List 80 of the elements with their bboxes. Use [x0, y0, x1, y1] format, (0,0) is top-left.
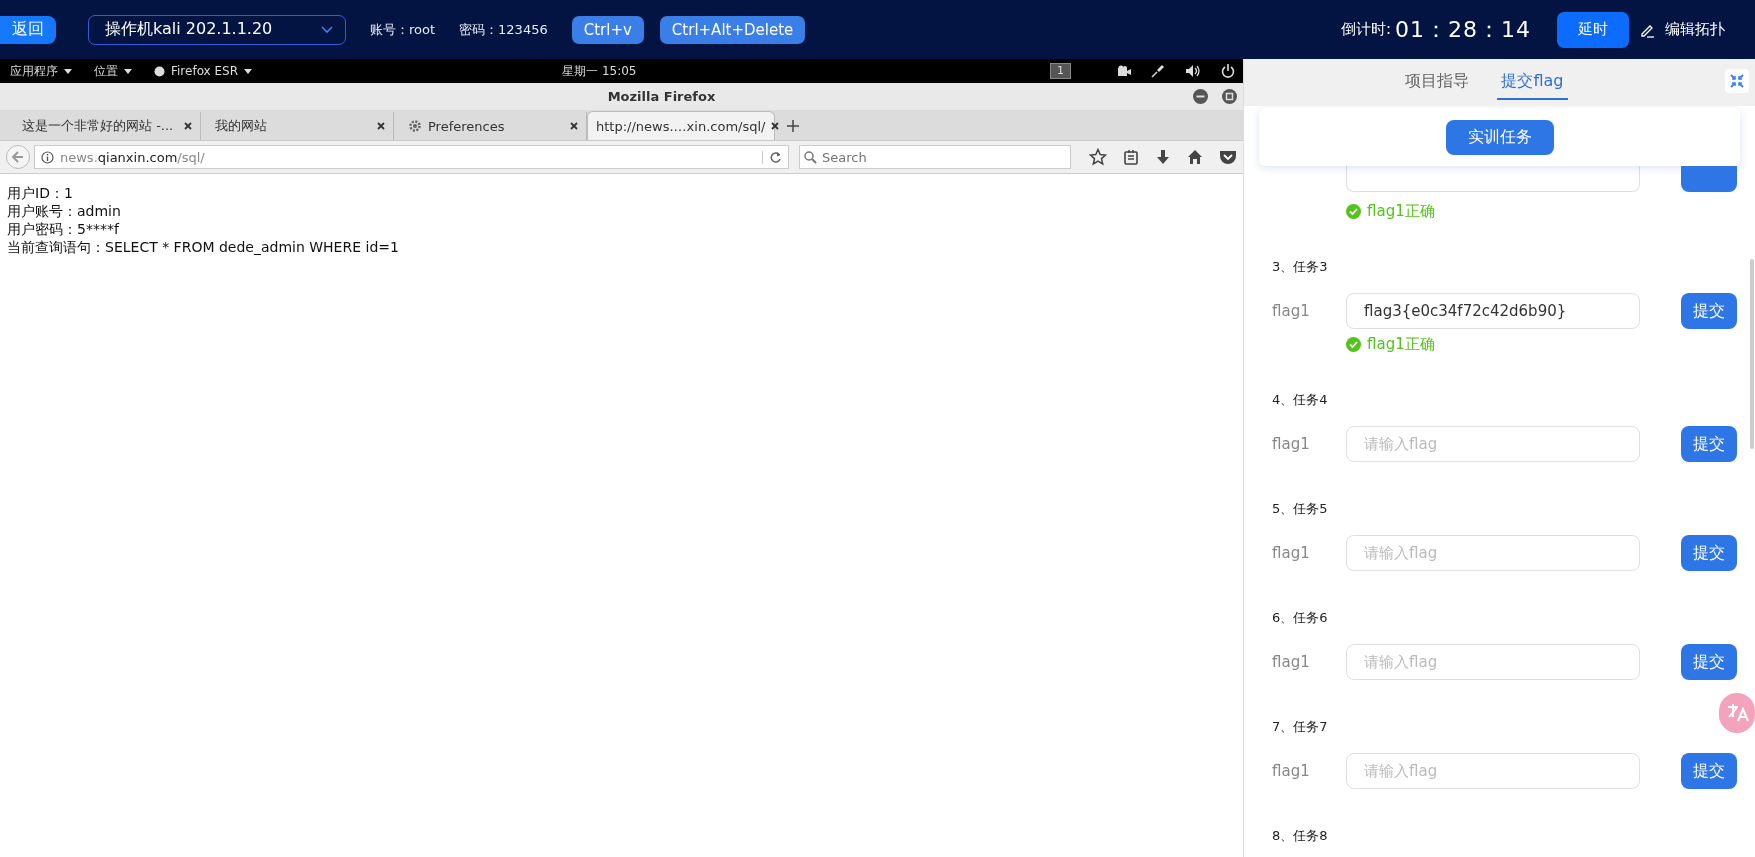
pocket-icon[interactable] [1219, 149, 1237, 165]
reader-icon[interactable] [1123, 149, 1139, 165]
speaker-icon [1185, 64, 1201, 78]
submit-button[interactable]: 提交 [1681, 293, 1737, 329]
caret-down-icon [124, 68, 132, 74]
flag-input[interactable]: 请输入flag [1346, 535, 1640, 571]
power-icon [1221, 64, 1235, 78]
submit-button[interactable]: 提交 [1681, 426, 1737, 462]
address-bar[interactable]: news.qianxin.com/sql/ [34, 145, 789, 169]
task-title: 5、任务5 [1272, 500, 1329, 518]
camera-icon [1115, 65, 1131, 77]
page-text: 用户密码：5****f [7, 220, 121, 238]
collapse-icon[interactable] [1725, 69, 1749, 93]
panel-tab[interactable]: 提交flag [1497, 65, 1568, 100]
task-title: 3、任务3 [1272, 258, 1329, 276]
search-field[interactable]: Search [799, 145, 1071, 169]
flag-input[interactable]: 请输入flag [1346, 426, 1640, 462]
account-label: 账号：root [370, 20, 436, 39]
key-button[interactable]: Ctrl+Alt+Delete [659, 15, 806, 44]
info-icon [41, 150, 54, 164]
star-icon[interactable] [1089, 148, 1107, 166]
pen-icon [1151, 64, 1165, 78]
home-icon[interactable] [1187, 149, 1203, 165]
countdown-timer: 01：28：14 [1395, 15, 1531, 44]
plus-icon[interactable] [787, 120, 799, 132]
caret-down-icon [64, 68, 72, 74]
close-icon[interactable] [377, 122, 385, 130]
search-icon [804, 151, 817, 164]
key-button[interactable]: Ctrl+v [571, 15, 644, 44]
scrollbar-thumb[interactable] [1750, 259, 1754, 449]
browser-tab[interactable]: 我的网站 [201, 112, 394, 140]
download-icon[interactable] [1155, 149, 1171, 165]
firefox-icon [154, 65, 165, 77]
back-button[interactable]: 返回 [0, 15, 56, 44]
submit-button[interactable]: 提交 [1681, 753, 1737, 789]
workspace-indicator[interactable]: 1 [1050, 63, 1071, 79]
flag-label: flag1 [1272, 653, 1311, 671]
reload-icon[interactable] [762, 150, 782, 164]
page-text: 用户ID：1 [7, 184, 74, 202]
result-message: flag1正确 [1367, 334, 1435, 354]
gear-icon [408, 119, 422, 133]
flag-label: flag1 [1272, 435, 1311, 453]
task-title: 8、任务8 [1272, 827, 1329, 845]
task-title: 7、任务7 [1272, 718, 1329, 736]
extend-button[interactable]: 延时 [1557, 11, 1629, 48]
back-icon[interactable] [6, 145, 30, 169]
clock: 星期一 15:05 [562, 62, 637, 80]
edit-topology-button[interactable]: 编辑拓扑 [1639, 20, 1725, 39]
minimize-icon[interactable] [1193, 89, 1208, 104]
flag-input[interactable]: 请输入flag [1346, 644, 1640, 680]
window-title: Mozilla Firefox [607, 89, 716, 104]
flag-label: flag1 [1272, 762, 1311, 780]
close-icon[interactable] [570, 122, 578, 130]
password-label: 密码：123456 [459, 20, 548, 39]
page-text: 当前查询语句：SELECT * FROM dede_admin WHERE id=1 [7, 238, 400, 256]
panel-tab[interactable]: 项目指导 [1401, 65, 1474, 100]
flag-label: flag1 [1272, 544, 1311, 562]
flag-input[interactable] [1346, 166, 1640, 192]
task-title: 6、任务6 [1272, 609, 1329, 627]
desktop-menu[interactable]: 应用程序 [10, 62, 72, 80]
close-icon[interactable] [771, 122, 780, 130]
url-text: news.qianxin.com/sql/ [60, 149, 206, 165]
page-text: 用户账号：admin [7, 202, 122, 220]
close-icon[interactable] [184, 122, 192, 130]
flag-input[interactable]: flag3{e0c34f72c42d6b90} [1346, 293, 1640, 329]
caret-down-icon [244, 68, 253, 74]
flag-input[interactable]: 请输入flag [1346, 753, 1640, 789]
desktop-menu[interactable]: Firefox ESR [154, 64, 253, 78]
flag-label: flag1 [1272, 302, 1311, 320]
countdown-label: 倒计时: [1340, 20, 1391, 39]
browser-tab[interactable]: 这是一个非常好的网站 -... [8, 112, 201, 140]
result-message: flag1正确 [1367, 201, 1435, 221]
desktop-menu[interactable]: 位置 [94, 62, 132, 80]
machine-select[interactable]: 操作机kali 202.1.1.20 [88, 14, 346, 45]
chevron-down-icon [321, 25, 333, 34]
training-tasks-button[interactable]: 实训任务 [1445, 119, 1554, 155]
submit-button[interactable]: 提交 [1681, 535, 1737, 571]
maximize-icon[interactable] [1222, 89, 1237, 104]
task-title: 4、任务4 [1272, 391, 1329, 409]
submit-button[interactable]: 提交 [1681, 644, 1737, 680]
